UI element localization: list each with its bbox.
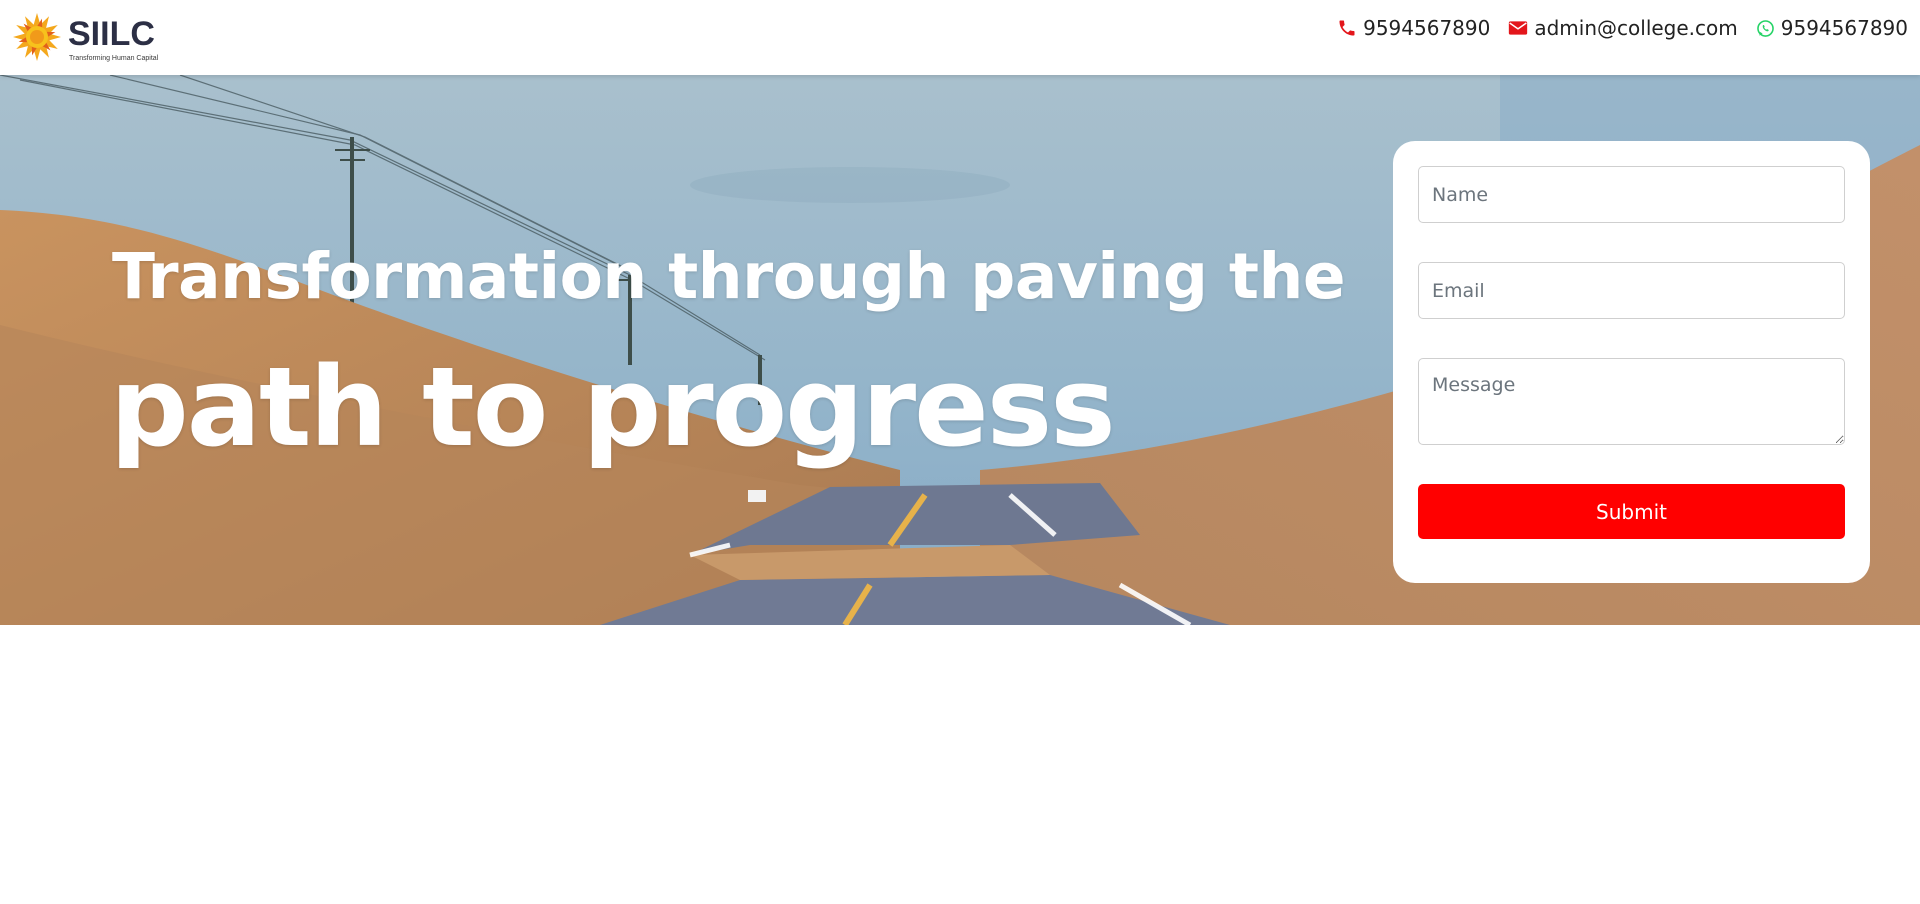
phone-number: 9594567890 (1363, 16, 1491, 40)
hero-headline-line2: path to progress (110, 343, 1116, 471)
whatsapp-number: 9594567890 (1780, 16, 1908, 40)
contact-whatsapp[interactable]: 9594567890 (1756, 16, 1908, 40)
contact-bar: 9594567890 admin@college.com 9594567890 (1319, 14, 1908, 42)
logo-wordmark: SIILC (68, 15, 155, 53)
site-header: SIILC Transforming Human Capital 9594567… (0, 0, 1920, 75)
hero-headline-line1: Transformation through paving the (112, 240, 1346, 313)
whatsapp-icon (1756, 19, 1774, 37)
envelope-icon (1509, 21, 1528, 35)
message-textarea[interactable] (1418, 358, 1845, 445)
email-address: admin@college.com (1534, 16, 1738, 40)
name-input[interactable] (1418, 166, 1845, 223)
logo[interactable]: SIILC Transforming Human Capital (12, 12, 162, 66)
submit-button[interactable]: Submit (1418, 484, 1845, 539)
contact-email[interactable]: admin@college.com (1508, 16, 1738, 40)
phone-icon (1339, 20, 1355, 36)
contact-form-card: Submit (1393, 141, 1870, 583)
email-input[interactable] (1418, 262, 1845, 319)
contact-phone[interactable]: 9594567890 (1337, 16, 1490, 40)
sun-logo-icon (13, 13, 61, 61)
logo-tagline: Transforming Human Capital (69, 55, 159, 62)
